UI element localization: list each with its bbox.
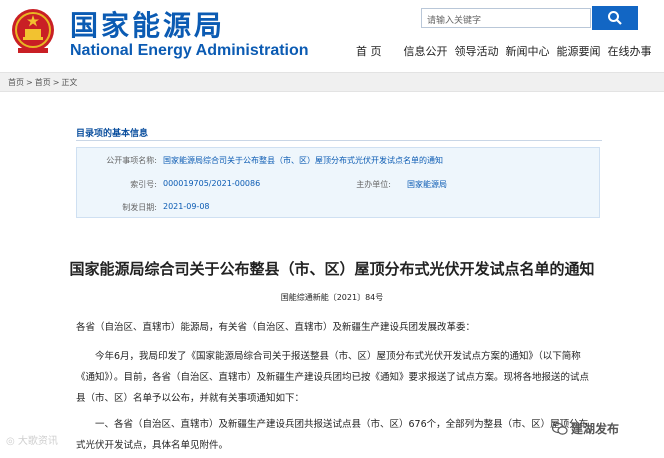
nav-info-disclosure[interactable]: 信息公开 [404, 43, 448, 59]
nav-news-center[interactable]: 新闻中心 [506, 43, 550, 59]
national-emblem-icon [12, 9, 54, 53]
nav-online-services[interactable]: 在线办事 [608, 43, 652, 59]
subject-label: 公开事项名称: [106, 156, 157, 165]
breadcrumb-current: 正文 [61, 77, 78, 87]
info-section-title: 目录项的基本信息 [76, 129, 149, 139]
breadcrumb-home[interactable]: 首页 [8, 77, 24, 88]
breadcrumb-home-2[interactable]: 首页 [35, 77, 51, 88]
info-box: 公开事项名称: 国家能源局综合司关于公布整县（市、区）屋顶分布式光伏开发试点名单… [76, 147, 600, 218]
site-title-en: National Energy Administration [70, 42, 309, 59]
site-header: 国家能源局 National Energy Administration 请输入… [0, 0, 664, 72]
issuer-label: 主办单位: [356, 180, 391, 189]
search-input[interactable]: 请输入关键字 [421, 8, 591, 28]
nav-energy-news[interactable]: 能源要闻 [557, 43, 601, 59]
date-value: 2021-09-08 [163, 202, 210, 211]
nav-leader-activities[interactable]: 领导活动 [455, 43, 499, 59]
document-number: 国能综通新能〔2021〕84号 [280, 293, 384, 302]
breadcrumb-separator: > [26, 77, 33, 87]
site-title-cn: 国家能源局 [70, 9, 226, 42]
article-paragraph-1: 今年6月，我局印发了《国家能源局综合司关于报送整县（市、区）屋顶分布式光伏开发试… [76, 351, 590, 404]
wechat-icon [552, 422, 568, 435]
watermark-right: 建湖发布 [552, 420, 619, 437]
main-nav: 首 页 信息公开 领导活动 新闻中心 能源要闻 在线办事 [356, 43, 652, 59]
watermark-left: ◎ 大歌资讯 [6, 432, 58, 447]
breadcrumb: 首页 > 首页 > 正文 [0, 72, 664, 92]
article-title: 国家能源局综合司关于公布整县（市、区）屋顶分布式光伏开发试点名单的通知 [69, 260, 595, 278]
divider [76, 140, 602, 141]
date-label: 制发日期: [122, 203, 157, 212]
camera-icon: ◎ [6, 436, 15, 447]
nav-home[interactable]: 首 页 [356, 43, 382, 59]
search-button[interactable] [592, 6, 638, 30]
search-icon [608, 11, 622, 25]
subject-value: 国家能源局综合司关于公布整县（市、区）屋顶分布式光伏开发试点名单的通知 [163, 156, 443, 165]
issuer-value: 国家能源局 [407, 180, 447, 189]
index-label: 索引号: [130, 180, 157, 189]
watermark-left-text: 大歌资讯 [17, 436, 58, 447]
article-paragraph-2: 一、各省（自治区、直辖市）及新疆生产建设兵团共报送试点县（市、区）676个，全部… [76, 419, 589, 451]
watermark-right-text: 建湖发布 [571, 422, 620, 436]
article-salutation: 各省（自治区、直辖市）能源局，有关省（自治区、直辖市）及新疆生产建设兵团发展改革… [76, 322, 476, 333]
index-value: 000019705/2021-00086 [163, 179, 261, 188]
breadcrumb-separator: > [52, 77, 60, 87]
